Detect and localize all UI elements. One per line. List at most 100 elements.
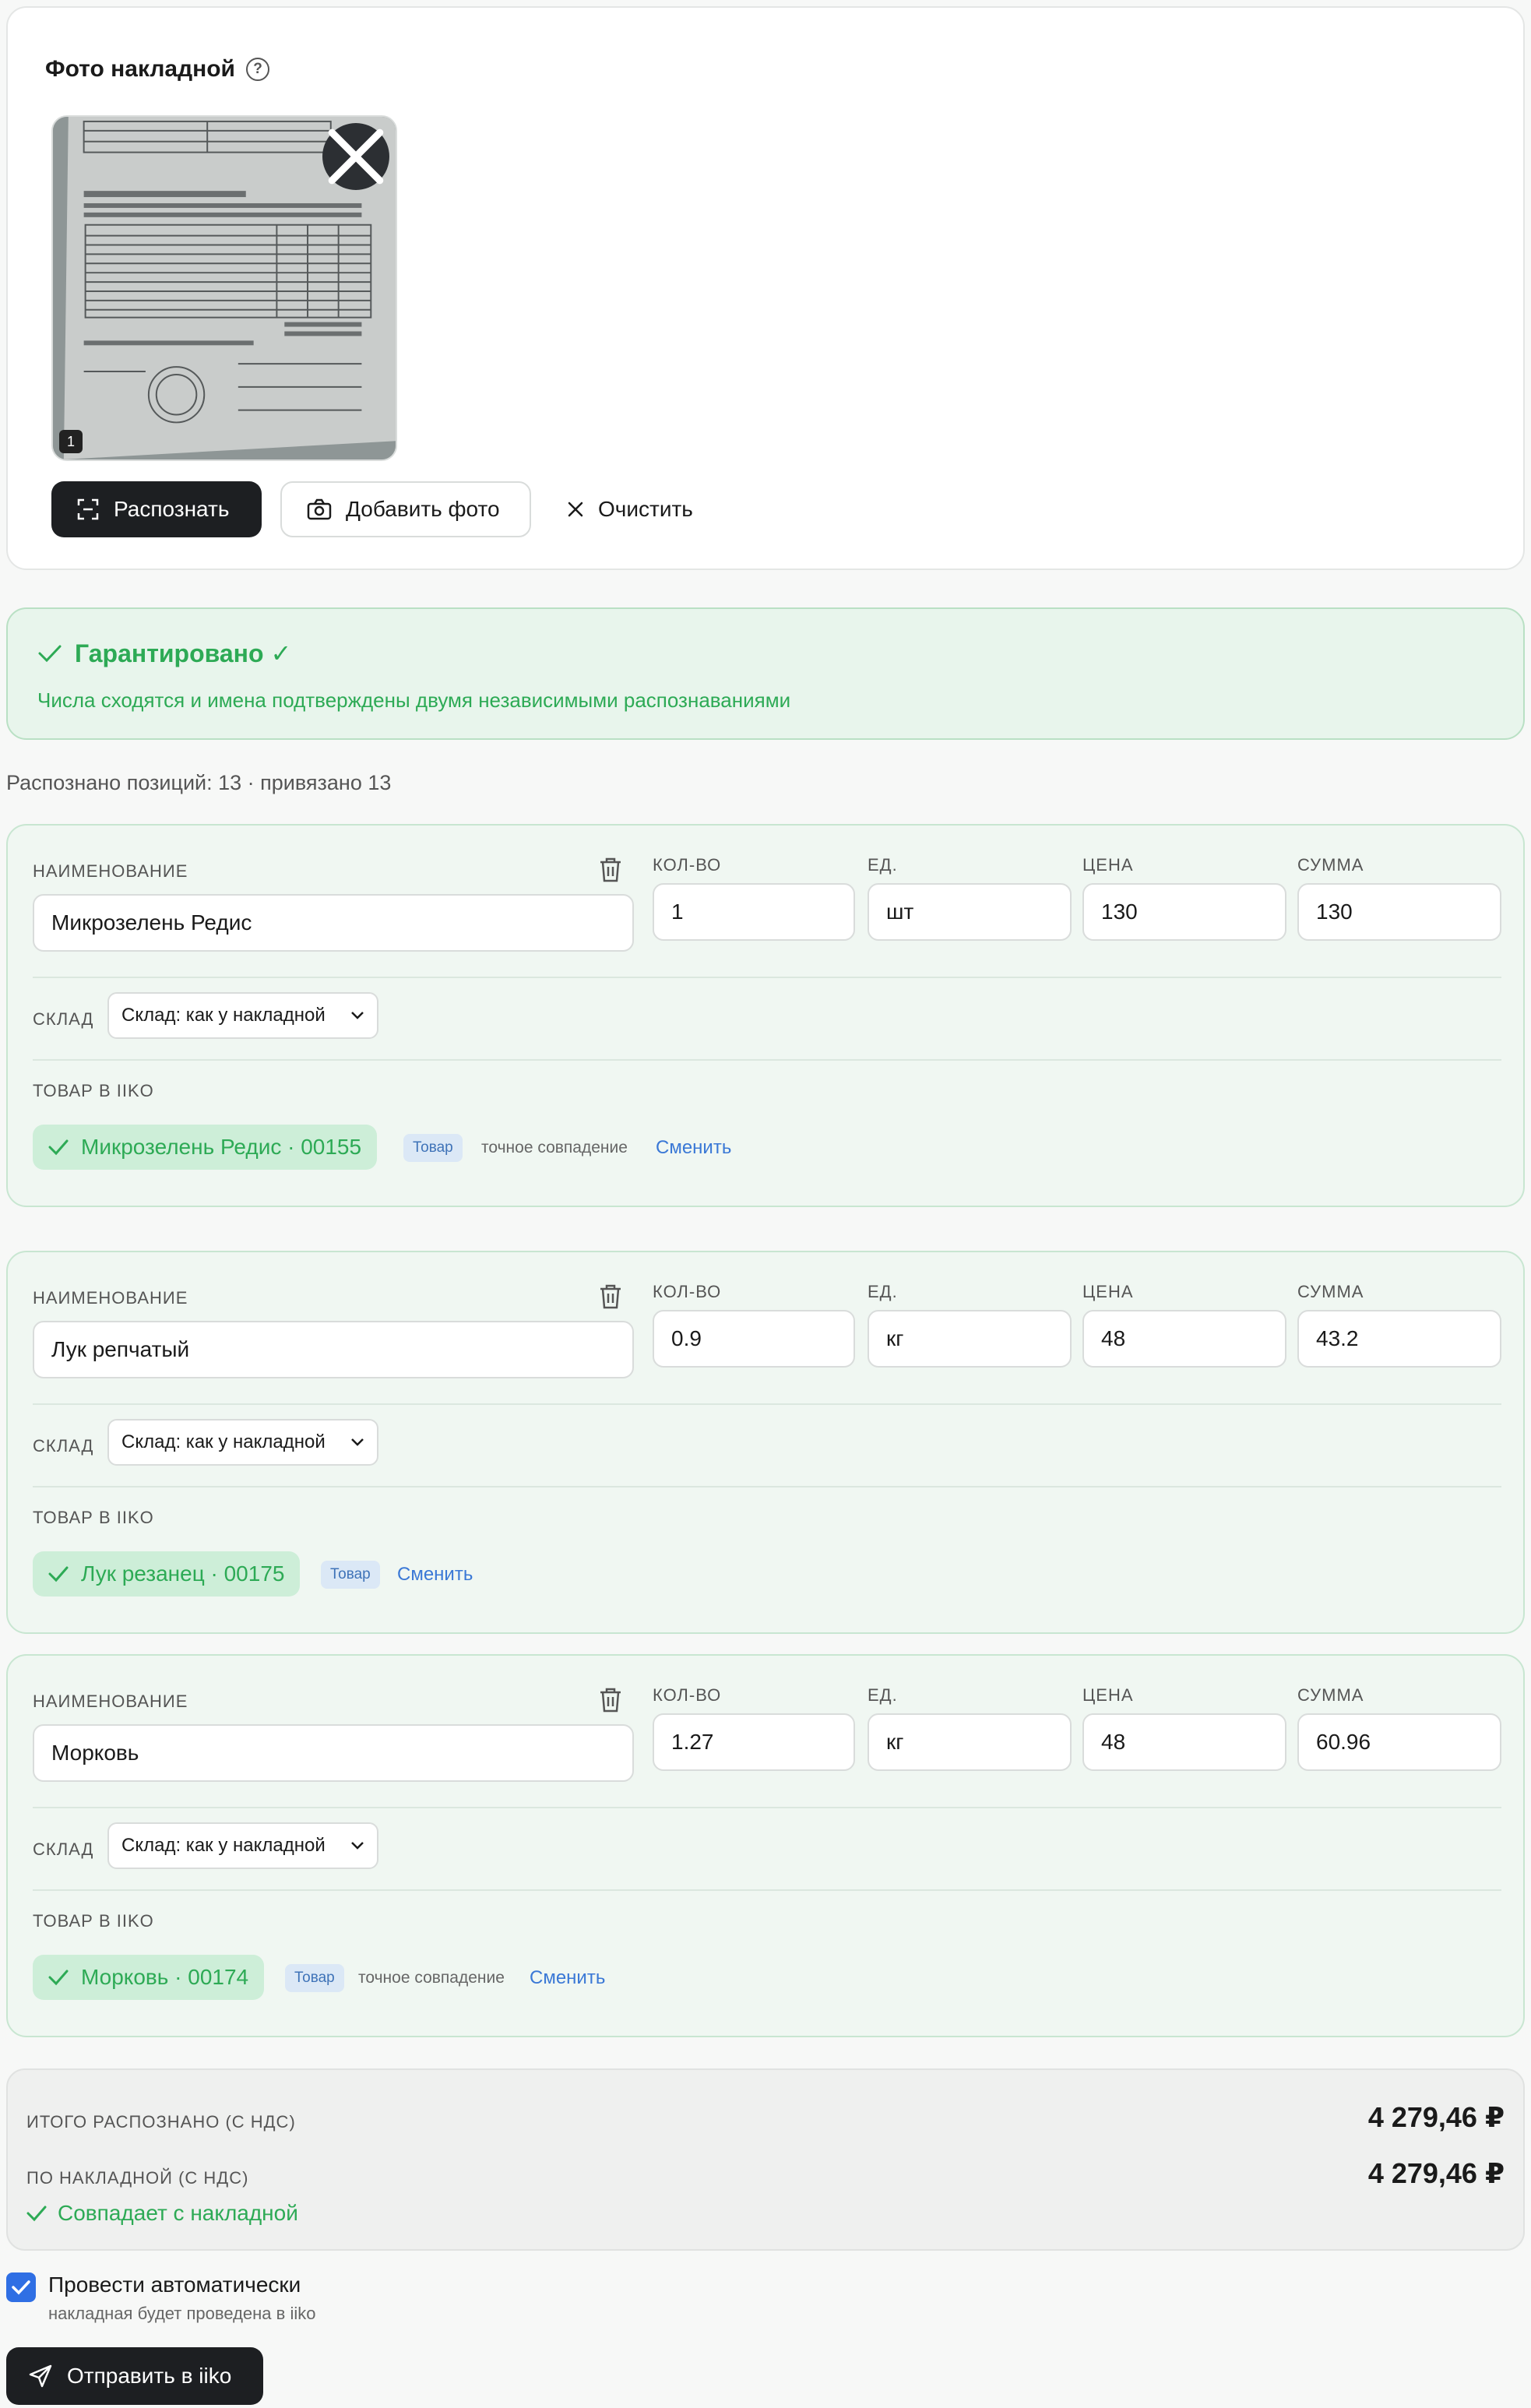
- warehouse-select[interactable]: Склад: как у накладной: [107, 992, 378, 1039]
- recognized-count: Распознано позиций: 13 · привязано 13: [6, 771, 392, 794]
- divider: [33, 1807, 1501, 1808]
- change-product-link[interactable]: Сменить: [530, 1967, 605, 1989]
- iiko-match-text: Морковь · 00174: [81, 1965, 249, 1989]
- match-note: точное совпадение: [358, 1969, 505, 1987]
- banner-subtitle: Числа сходятся и имена подтверждены двум…: [37, 688, 791, 712]
- scan-icon: [76, 498, 100, 521]
- warehouse-select-value: Склад: как у накладной: [121, 1431, 326, 1452]
- question-circle-icon[interactable]: ?: [246, 58, 269, 81]
- page: Фото накладной ? 1 Распознать Добавить ф…: [0, 0, 1531, 2408]
- invoice-total-value: 4 279,46 ₽: [1367, 2157, 1505, 2189]
- item-unit-input[interactable]: шт: [868, 883, 1072, 941]
- divider: [33, 1403, 1501, 1405]
- iiko-product-label: ТОВАР В IIKO: [33, 1911, 154, 1931]
- warehouse-label: СКЛАД: [33, 1839, 94, 1859]
- totals-match-status-text: Совпадает с накладной: [58, 2201, 298, 2225]
- item-sum-input[interactable]: 130: [1297, 883, 1501, 941]
- photo-section-title-text: Фото накладной: [45, 56, 235, 82]
- photo-actions: Распознать Добавить фото Очистить: [51, 481, 710, 537]
- close-icon-glyph: [328, 128, 384, 185]
- item-name-input[interactable]: Морковь: [33, 1724, 634, 1782]
- iiko-match-chip[interactable]: Лук резанец · 00175: [33, 1551, 301, 1597]
- qty-label: КОЛ-ВО: [653, 855, 722, 875]
- item-qty-input[interactable]: 0.9: [653, 1310, 855, 1368]
- checkmark-icon: [12, 2280, 30, 2295]
- item-price-input[interactable]: 48: [1082, 1713, 1286, 1771]
- divider: [33, 977, 1501, 978]
- warehouse-select[interactable]: Склад: как у накладной: [107, 1419, 378, 1466]
- iiko-match-text: Лук резанец · 00175: [81, 1561, 285, 1586]
- check-icon: [37, 643, 62, 664]
- warehouse-select-value: Склад: как у накладной: [121, 1005, 326, 1026]
- qty-label: КОЛ-ВО: [653, 1282, 722, 1301]
- item-price-input[interactable]: 48: [1082, 1310, 1286, 1368]
- check-icon: [48, 1970, 69, 1986]
- totals-panel: ИТОГО РАСПОЗНАНО (С НДС) 4 279,46 ₽ ПО Н…: [6, 2068, 1525, 2251]
- product-type-tag: Товар: [403, 1134, 463, 1162]
- item-name-input[interactable]: Микрозелень Редис: [33, 894, 634, 952]
- recognized-total-value: 4 279,46 ₽: [1367, 2101, 1505, 2133]
- auto-post-checkbox[interactable]: [6, 2272, 36, 2302]
- check-icon: [26, 2206, 47, 2222]
- send-to-iiko-button[interactable]: Отправить в iiko: [6, 2347, 263, 2405]
- change-product-link[interactable]: Сменить: [656, 1137, 731, 1159]
- chevron-down-icon: [351, 1438, 364, 1446]
- send-icon: [29, 2364, 52, 2388]
- price-label: ЦЕНА: [1082, 1282, 1134, 1301]
- item-price-input[interactable]: 130: [1082, 883, 1286, 941]
- photo-index-badge: 1: [59, 430, 83, 453]
- recognized-total-label: ИТОГО РАСПОЗНАНО (С НДС): [26, 2112, 296, 2132]
- unit-label: ЕД.: [868, 1685, 898, 1705]
- divider: [33, 1059, 1501, 1061]
- invoice-item-card: НАИМЕНОВАНИЕ Морковь КОЛ-ВО 1.27 ЕД. кг …: [6, 1654, 1525, 2037]
- item-unit-input[interactable]: кг: [868, 1713, 1072, 1771]
- product-type-tag: Товар: [321, 1561, 380, 1589]
- banner-title: Гарантировано ✓: [37, 639, 291, 668]
- item-sum-input[interactable]: 43.2: [1297, 1310, 1501, 1368]
- item-qty-input[interactable]: 1: [653, 883, 855, 941]
- recognize-button[interactable]: Распознать: [51, 481, 262, 537]
- warehouse-select-value: Склад: как у накладной: [121, 1835, 326, 1856]
- auto-post-label[interactable]: Провести автоматически: [48, 2272, 315, 2297]
- trash-icon[interactable]: [598, 857, 623, 883]
- chevron-down-icon: [351, 1012, 364, 1019]
- iiko-product-label: ТОВАР В IIKO: [33, 1508, 154, 1527]
- add-photo-button[interactable]: Добавить фото: [280, 481, 531, 537]
- item-name-input[interactable]: Лук репчатый: [33, 1321, 634, 1378]
- change-product-link[interactable]: Сменить: [397, 1564, 473, 1586]
- item-sum-input[interactable]: 60.96: [1297, 1713, 1501, 1771]
- item-qty-input[interactable]: 1.27: [653, 1713, 855, 1771]
- product-type-tag: Товар: [285, 1964, 344, 1992]
- iiko-match-chip[interactable]: Морковь · 00174: [33, 1955, 265, 2000]
- clear-button-label: Очистить: [598, 497, 693, 521]
- invoice-photo-card: Фото накладной ? 1 Распознать Добавить ф…: [6, 6, 1525, 570]
- clear-button[interactable]: Очистить: [550, 481, 710, 537]
- qty-label: КОЛ-ВО: [653, 1685, 722, 1705]
- item-unit-input[interactable]: кг: [868, 1310, 1072, 1368]
- invoice-photo-thumbnail[interactable]: 1: [51, 115, 397, 461]
- divider: [33, 1486, 1501, 1487]
- banner-title-text: Гарантировано ✓: [75, 639, 292, 667]
- camera-icon: [307, 498, 332, 520]
- trash-icon[interactable]: [598, 1283, 623, 1310]
- send-to-iiko-label: Отправить в iiko: [67, 2364, 232, 2388]
- chevron-down-icon: [351, 1842, 364, 1850]
- close-icon[interactable]: [322, 123, 389, 190]
- invoice-total-label: ПО НАКЛАДНОЙ (С НДС): [26, 2168, 249, 2188]
- price-label: ЦЕНА: [1082, 1685, 1134, 1705]
- match-note: точное совпадение: [481, 1139, 628, 1156]
- divider: [33, 1889, 1501, 1891]
- sum-label: СУММА: [1297, 1685, 1364, 1705]
- price-label: ЦЕНА: [1082, 855, 1134, 875]
- invoice-item-card: НАИМЕНОВАНИЕ Микрозелень Редис КОЛ-ВО 1 …: [6, 824, 1525, 1207]
- sum-label: СУММА: [1297, 1282, 1364, 1301]
- trash-icon[interactable]: [598, 1687, 623, 1713]
- iiko-match-chip[interactable]: Микрозелень Редис · 00155: [33, 1125, 378, 1170]
- recognize-button-label: Распознать: [114, 497, 230, 521]
- sum-label: СУММА: [1297, 855, 1364, 875]
- check-icon: [48, 1566, 69, 1582]
- x-icon: [567, 501, 584, 518]
- warehouse-select[interactable]: Склад: как у накладной: [107, 1822, 378, 1869]
- photo-section-title: Фото накладной ?: [45, 56, 269, 83]
- name-label: НАИМЕНОВАНИЕ: [33, 1288, 188, 1308]
